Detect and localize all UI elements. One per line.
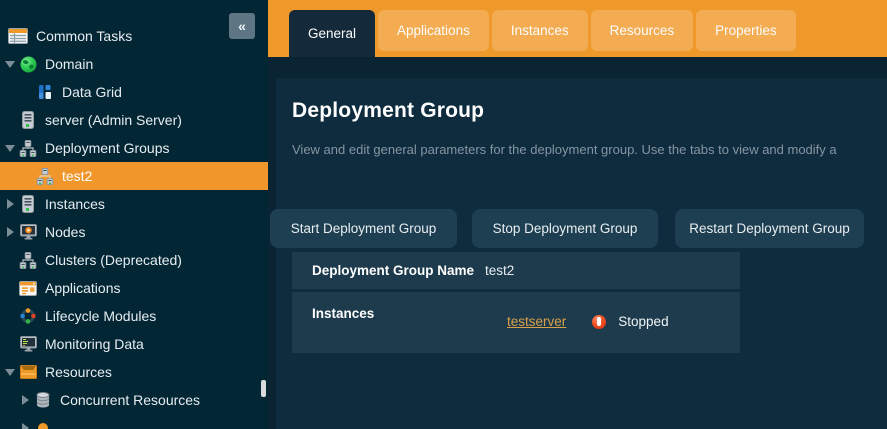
main-area: General Applications Instances Resources… [268,0,887,429]
sidebar-item-concurrent-resources[interactable]: Concurrent Resources [0,386,268,414]
sidebar-item-label: Nodes [45,224,85,240]
sidebar-item-test2[interactable]: test2 [0,162,268,190]
sidebar-item-data-grid[interactable]: Data Grid [0,78,268,106]
expand-right-icon[interactable] [4,199,16,209]
stopped-status-icon [592,315,606,329]
page-description: View and edit general parameters for the… [292,142,887,158]
sidebar-item-label: Monitoring Data [45,336,144,352]
expand-down-icon[interactable] [4,369,16,376]
tab-properties[interactable]: Properties [696,10,796,51]
table-row-name: Deployment Group Name test2 [292,252,740,289]
expand-down-icon[interactable] [4,61,16,68]
tab-applications[interactable]: Applications [378,10,489,51]
expand-down-icon[interactable] [4,145,16,152]
data-grid-icon [36,83,54,101]
lifecycle-icon [19,307,37,325]
instance-entry: testserver Stopped [485,314,669,329]
navigation-tree: Common Tasks Domain Data Grid [0,22,268,429]
tab-label: Applications [397,23,470,38]
tab-resources[interactable]: Resources [591,10,694,51]
sidebar-item-resources[interactable]: Resources [0,358,268,386]
deployment-group-name-value: test2 [485,263,514,278]
deployment-group-name-label: Deployment Group Name [292,263,485,278]
server-icon [19,111,37,129]
restart-deployment-group-button[interactable]: Restart Deployment Group [675,209,864,248]
sidebar-item-nodes[interactable]: Nodes [0,218,268,246]
sidebar-item-lifecycle-modules[interactable]: Lifecycle Modules [0,302,268,330]
sidebar-item-label: Instances [45,196,105,212]
common-tasks-icon [7,27,28,45]
tab-label: Properties [715,23,777,38]
tab-label: General [308,26,356,41]
sidebar-item-clusters[interactable]: Clusters (Deprecated) [0,246,268,274]
deployment-group-details: Deployment Group Name test2 Instances te… [292,252,740,353]
expand-right-icon[interactable] [4,227,16,237]
tab-general[interactable]: General [289,10,375,57]
sidebar-item-monitoring-data[interactable]: Monitoring Data [0,330,268,358]
admin-console: « Common Tasks Domain Data Grid [0,0,887,429]
stop-deployment-group-button[interactable]: Stop Deployment Group [472,209,658,248]
sidebar-item-label: Lifecycle Modules [45,308,156,324]
instances-label: Instances [292,292,485,321]
sidebar-item-label: Resources [45,364,112,380]
expand-right-icon[interactable] [19,395,31,405]
instance-status-text: Stopped [618,314,668,329]
sidebar-item-label: server (Admin Server) [45,112,182,128]
sidebar-item-label: Domain [45,56,93,72]
navigation-sidebar: « Common Tasks Domain Data Grid [0,0,268,429]
instance-link[interactable]: testserver [507,314,566,329]
start-deployment-group-button[interactable]: Start Deployment Group [270,209,457,248]
resources-box-icon [19,363,37,381]
tab-label: Instances [511,23,569,38]
sidebar-item-applications[interactable]: Applications [0,274,268,302]
cluster-icon [19,251,37,269]
content-panel: Deployment Group View and edit general p… [276,78,887,429]
monitoring-icon [19,335,37,353]
action-buttons: Start Deployment Group Stop Deployment G… [270,209,887,248]
sidebar-item-server[interactable]: server (Admin Server) [0,106,268,134]
sidebar-item-label: Data Grid [62,84,122,100]
content-area: Deployment Group View and edit general p… [268,57,887,429]
database-icon [34,391,52,409]
sidebar-item-deployment-groups[interactable]: Deployment Groups [0,134,268,162]
sidebar-item-label: Applications [45,280,121,296]
tab-bar: General Applications Instances Resources… [268,0,887,57]
page-title: Deployment Group [292,98,887,124]
sidebar-item-clipped[interactable] [0,414,268,429]
expand-right-icon[interactable] [19,423,31,429]
table-row-instances: Instances testserver Stopped [292,292,740,353]
deployment-group-icon [36,167,54,185]
sidebar-item-label: Clusters (Deprecated) [45,252,182,268]
sidebar-item-label: test2 [62,168,92,184]
node-monitor-icon [19,223,37,241]
domain-globe-icon [19,55,37,73]
sidebar-item-common-tasks[interactable]: Common Tasks [0,22,268,50]
sidebar-item-label: Concurrent Resources [60,392,200,408]
sidebar-item-instances[interactable]: Instances [0,190,268,218]
server-icon [19,195,37,213]
sidebar-item-label: Deployment Groups [45,140,170,156]
applications-icon [19,279,37,297]
sidebar-item-domain[interactable]: Domain [0,50,268,78]
sidebar-item-label: Common Tasks [36,28,132,44]
deployment-groups-icon [19,139,37,157]
clipped-item-icon [34,419,52,429]
tab-instances[interactable]: Instances [492,10,588,51]
sidebar-scrollbar-thumb[interactable] [261,380,266,397]
tab-label: Resources [610,23,675,38]
